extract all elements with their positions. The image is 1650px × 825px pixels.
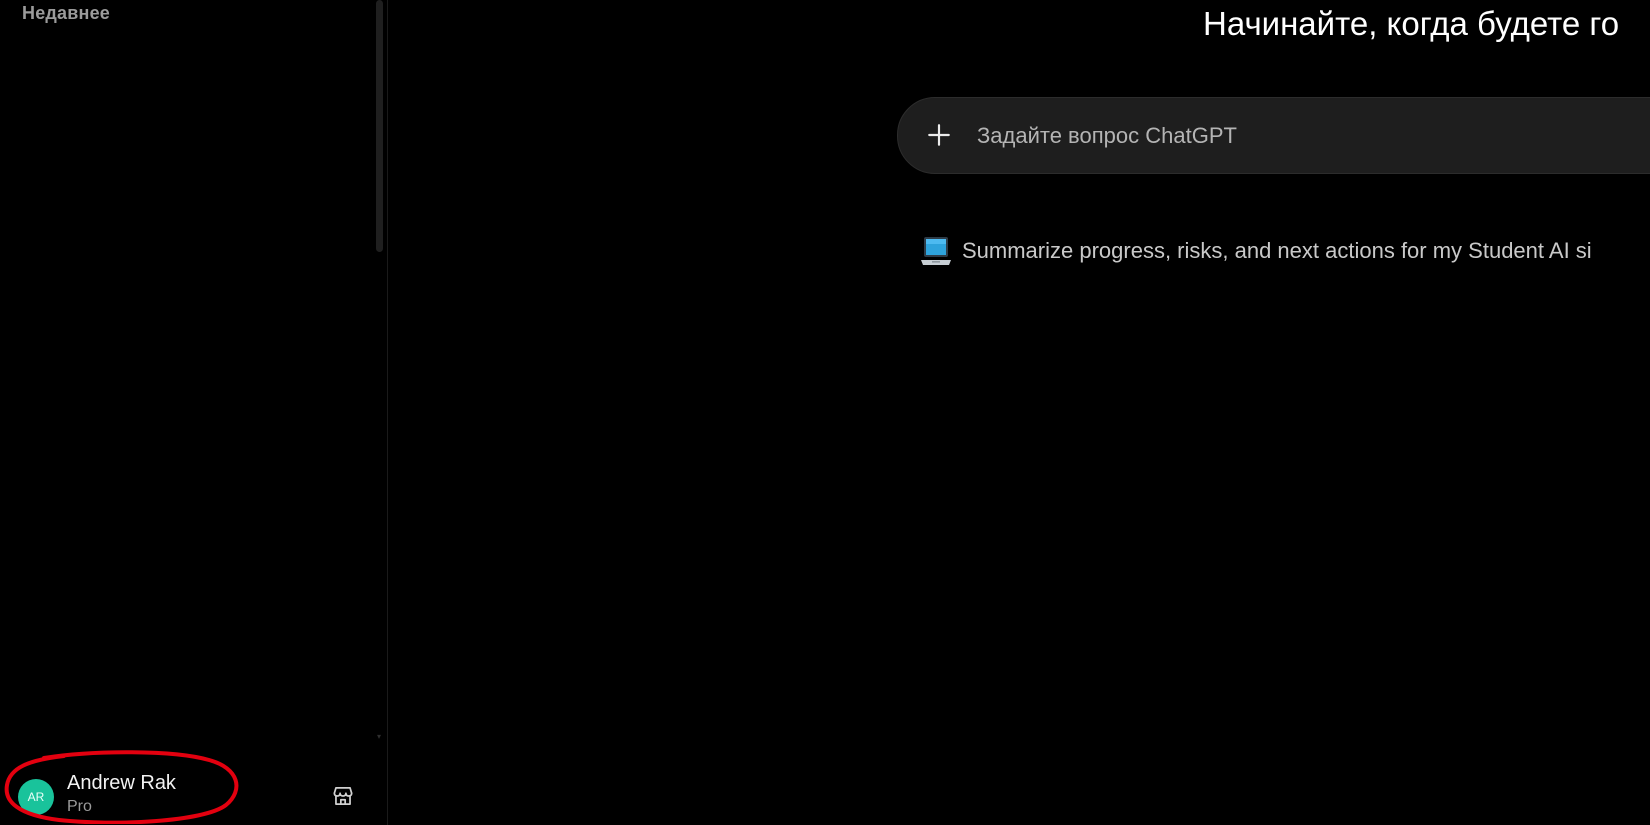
app-window: Недавнее ▾ AR Andrew Rak Pro Начинайте, … — [0, 0, 1650, 825]
avatar: AR — [18, 779, 54, 815]
user-plan: Pro — [67, 798, 92, 815]
user-name: Andrew Rak — [67, 772, 176, 794]
avatar-initials: AR — [27, 790, 45, 804]
store-button[interactable] — [328, 781, 358, 811]
laptop-icon — [921, 237, 951, 265]
scrollbar-thumb[interactable] — [376, 0, 383, 252]
sidebar: Недавнее ▾ AR Andrew Rak Pro — [0, 0, 388, 825]
attach-button[interactable] — [922, 118, 956, 152]
scroll-down-arrow[interactable]: ▾ — [374, 732, 384, 742]
prompt-input[interactable] — [975, 115, 1650, 157]
sidebar-scrollbar[interactable]: ▾ — [374, 0, 384, 748]
composer[interactable] — [897, 97, 1650, 174]
store-icon — [333, 787, 353, 805]
suggestion-text: Summarize progress, risks, and next acti… — [962, 238, 1592, 263]
recent-heading: Недавнее — [22, 3, 111, 23]
user-profile-button[interactable]: AR Andrew Rak Pro — [0, 760, 386, 820]
page-title: Начинайте, когда будете го — [1203, 5, 1620, 42]
main-panel: Начинайте, когда будете го Summarize pro… — [388, 0, 1650, 825]
plus-icon — [928, 124, 950, 146]
